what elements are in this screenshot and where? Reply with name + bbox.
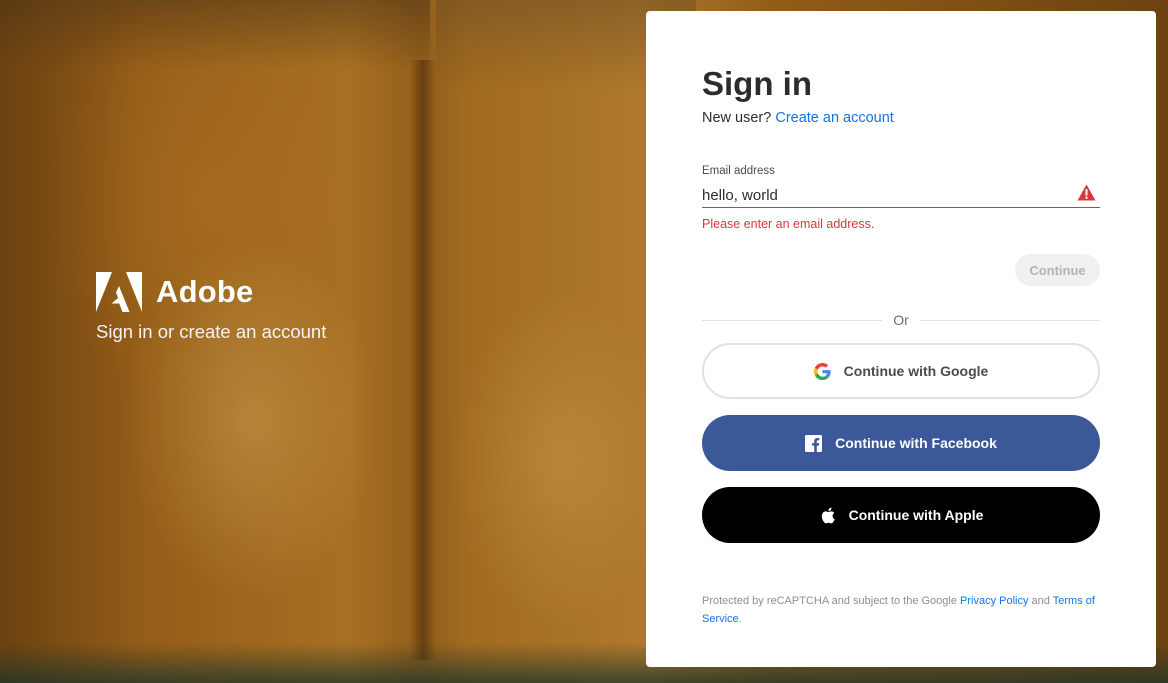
apple-button-label: Continue with Apple (848, 507, 984, 523)
new-user-prompt: New user? (702, 110, 772, 126)
email-error-message: Please enter an email address. (702, 217, 875, 231)
facebook-button-label: Continue with Facebook (835, 435, 997, 451)
legal-text-and: and (1028, 595, 1053, 607)
continue-button[interactable]: Continue (1015, 254, 1100, 286)
brand-tagline: Sign in or create an account (96, 321, 327, 342)
page-title: Sign in (702, 65, 812, 102)
google-icon (813, 362, 831, 380)
new-user-row: New user? Create an account (702, 110, 894, 126)
continue-with-google-button[interactable]: Continue with Google (702, 343, 1100, 399)
brand-name: Adobe (156, 274, 254, 309)
brand-row: Adobe (96, 272, 326, 312)
google-button-label: Continue with Google (843, 363, 989, 379)
email-label: Email address (702, 165, 775, 177)
email-field[interactable] (702, 183, 1100, 208)
legal-text: Protected by reCAPTCHA and subject to th… (702, 595, 961, 607)
alert-triangle-icon (1077, 184, 1096, 201)
facebook-icon (805, 434, 823, 452)
create-account-link[interactable]: Create an account (775, 110, 894, 126)
continue-with-facebook-button[interactable]: Continue with Facebook (702, 415, 1100, 471)
adobe-logo-icon (96, 272, 142, 312)
or-separator: Or (882, 312, 920, 328)
sign-in-card: Sign in New user? Create an account Emai… (646, 11, 1156, 667)
continue-with-apple-button[interactable]: Continue with Apple (702, 487, 1100, 543)
brand-panel: Adobe Sign in or create an account (96, 272, 326, 343)
privacy-policy-link[interactable]: Privacy Policy (960, 595, 1028, 607)
apple-icon (821, 507, 835, 523)
legal-text-end: . (738, 613, 742, 625)
legal-notice: Protected by reCAPTCHA and subject to th… (702, 592, 1102, 628)
